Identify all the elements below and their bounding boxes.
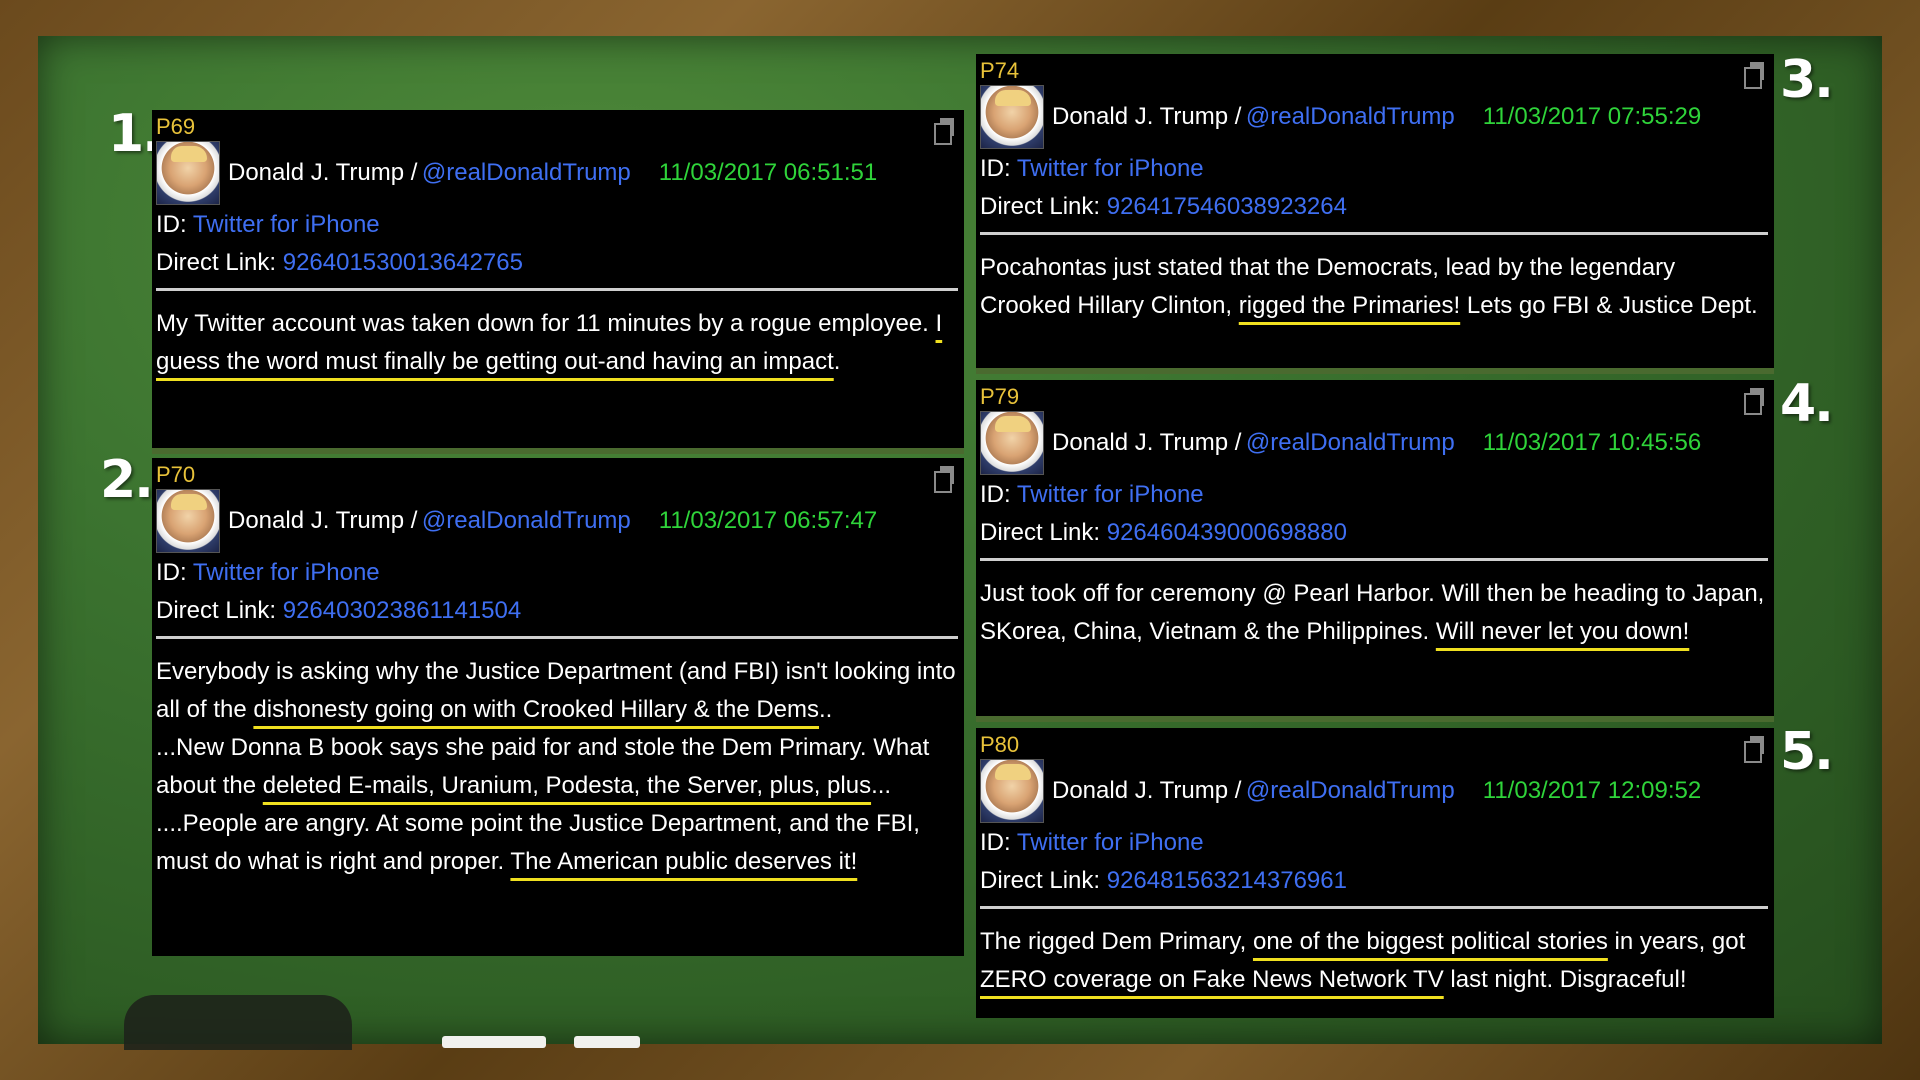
tweet-card-p74: P74 Donald J. Trump / @realDonaldTrump 1… <box>976 54 1774 368</box>
tweet-text: My Twitter account was taken down for 11… <box>156 310 943 375</box>
number-label-2: 2. <box>100 450 154 510</box>
source-link[interactable]: Twitter for iPhone <box>193 559 380 586</box>
divider <box>980 906 1768 909</box>
author-handle[interactable]: @realDonaldTrump <box>1246 103 1455 131</box>
tweet-text: Pocahontas just stated that the Democrat… <box>980 254 1758 319</box>
highlighted-text: one of the biggest political stories <box>1252 928 1608 955</box>
avatar <box>156 489 220 553</box>
post-id: P79 <box>980 384 1020 409</box>
author-name: Donald J. Trump / <box>1052 429 1242 456</box>
id-label: ID: <box>980 155 1011 182</box>
source-link[interactable]: Twitter for iPhone <box>193 211 380 238</box>
author-name: Donald J. Trump / <box>228 159 418 186</box>
direct-link-label: Direct Link: <box>156 597 277 624</box>
source-link[interactable]: Twitter for iPhone <box>1017 481 1204 508</box>
number-label-5: 5. <box>1780 722 1834 782</box>
tweet-card-p69: P69 Donald J. Trump / @realDonaldTrump 1… <box>152 110 964 448</box>
divider <box>156 288 958 291</box>
card-gap <box>976 716 1774 722</box>
timestamp: 11/03/2017 12:09:52 <box>1482 777 1702 804</box>
copy-icon[interactable] <box>934 118 956 145</box>
divider <box>156 636 958 639</box>
card-gap <box>976 368 1774 374</box>
post-id: P69 <box>156 114 196 139</box>
direct-link[interactable]: 926401530013642765 <box>283 249 523 276</box>
direct-link[interactable]: 926481563214376961 <box>1107 867 1347 894</box>
tweet-text: The rigged Dem Primary, one of the bigge… <box>980 928 1746 993</box>
id-label: ID: <box>156 211 187 238</box>
timestamp: 11/03/2017 07:55:29 <box>1482 103 1702 130</box>
direct-link-label: Direct Link: <box>980 867 1101 894</box>
eraser-shape <box>124 995 352 1050</box>
number-label-3: 3. <box>1780 50 1834 110</box>
direct-link[interactable]: 926417546038923264 <box>1107 193 1347 220</box>
tweet-card-p70: P70 Donald J. Trump / @realDonaldTrump 1… <box>152 458 964 956</box>
avatar <box>980 759 1044 823</box>
chalk-stick <box>574 1036 640 1048</box>
direct-link-label: Direct Link: <box>980 193 1101 220</box>
timestamp: 11/03/2017 06:51:51 <box>658 159 878 186</box>
highlighted-text: ZERO coverage on Fake News Network TV <box>980 966 1444 993</box>
highlighted-text: dishonesty going on with Crooked Hillary… <box>253 696 820 723</box>
author-handle[interactable]: @realDonaldTrump <box>422 159 631 187</box>
post-id: P80 <box>980 732 1020 757</box>
direct-link[interactable]: 926460439000698880 <box>1107 519 1347 546</box>
copy-icon[interactable] <box>934 466 956 493</box>
direct-link[interactable]: 926403023861141504 <box>283 597 521 624</box>
author-handle[interactable]: @realDonaldTrump <box>422 507 631 535</box>
copy-icon[interactable] <box>1744 62 1766 89</box>
source-link[interactable]: Twitter for iPhone <box>1017 155 1204 182</box>
highlighted-text: The American public deserves it! <box>510 848 858 875</box>
author-handle[interactable]: @realDonaldTrump <box>1246 429 1455 457</box>
post-id: P70 <box>156 462 196 487</box>
post-id: P74 <box>980 58 1020 83</box>
tweet-text: Just took off for ceremony @ Pearl Harbo… <box>980 580 1765 645</box>
timestamp: 11/03/2017 06:57:47 <box>658 507 878 534</box>
copy-icon[interactable] <box>1744 388 1766 415</box>
tweet-text: Everybody is asking why the Justice Depa… <box>156 658 956 875</box>
highlighted-text: Will never let you down! <box>1435 618 1690 645</box>
divider <box>980 558 1768 561</box>
copy-icon[interactable] <box>1744 736 1766 763</box>
id-label: ID: <box>156 559 187 586</box>
direct-link-label: Direct Link: <box>980 519 1101 546</box>
author-handle[interactable]: @realDonaldTrump <box>1246 777 1455 805</box>
source-link[interactable]: Twitter for iPhone <box>1017 829 1204 856</box>
tweet-card-p79: P79 Donald J. Trump / @realDonaldTrump 1… <box>976 380 1774 716</box>
timestamp: 11/03/2017 10:45:56 <box>1482 429 1702 456</box>
author-name: Donald J. Trump / <box>1052 103 1242 130</box>
highlighted-text: deleted E-mails, Uranium, Podesta, the S… <box>262 772 872 799</box>
divider <box>980 232 1768 235</box>
id-label: ID: <box>980 829 1011 856</box>
highlighted-text: rigged the Primaries! <box>1238 292 1461 319</box>
chalk-stick <box>442 1036 546 1048</box>
author-name: Donald J. Trump / <box>1052 777 1242 804</box>
avatar <box>980 411 1044 475</box>
card-gap <box>152 448 964 454</box>
number-label-4: 4. <box>1780 374 1834 434</box>
avatar <box>980 85 1044 149</box>
author-name: Donald J. Trump / <box>228 507 418 534</box>
avatar <box>156 141 220 205</box>
id-label: ID: <box>980 481 1011 508</box>
direct-link-label: Direct Link: <box>156 249 277 276</box>
tweet-card-p80: P80 Donald J. Trump / @realDonaldTrump 1… <box>976 728 1774 1018</box>
